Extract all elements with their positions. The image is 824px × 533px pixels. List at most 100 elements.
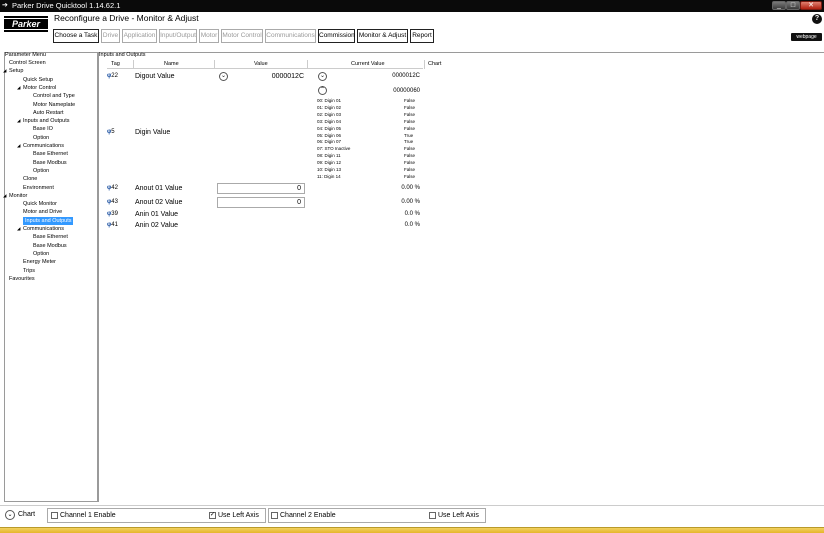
tree-item[interactable]: ◢ Setup xyxy=(3,67,23,75)
parameter-menu-caption: Parameter Menu xyxy=(5,52,46,58)
anout-02-value-input[interactable]: 0 xyxy=(217,197,305,208)
tree-item[interactable]: Control and Type xyxy=(33,92,75,100)
tree-item-label: Option xyxy=(33,167,50,174)
tree-item[interactable]: Base Modbus xyxy=(33,242,67,250)
webpage-button[interactable]: webpage xyxy=(791,33,822,41)
digin-bit-row: 11: Digin 14 False xyxy=(317,173,417,180)
channel-1-left-axis-checkbox[interactable]: ✓ xyxy=(209,512,216,519)
row-tag[interactable]: φ41 xyxy=(107,221,118,230)
tree-item[interactable]: Base Ethernet xyxy=(33,233,68,241)
tree-item[interactable]: ◢ Motor Control xyxy=(17,84,56,92)
bit-name: 11: Digin 14 xyxy=(317,173,341,179)
col-divider xyxy=(307,60,308,69)
bit-value: False xyxy=(404,173,416,179)
tree-item[interactable]: Quick Monitor xyxy=(23,200,57,208)
row-tag[interactable]: φ22 xyxy=(107,72,118,81)
expand-value-icon[interactable]: ⌄ xyxy=(219,72,228,81)
collapse-current-icon[interactable]: ⌃ xyxy=(318,86,327,95)
tree-item[interactable]: Base Ethernet xyxy=(33,150,68,158)
help-icon[interactable]: ? xyxy=(812,14,822,24)
tree-item[interactable]: Base Modbus xyxy=(33,159,67,167)
anout-01-value-input[interactable]: 0 xyxy=(217,183,305,194)
tree-item[interactable]: Motor and Drive xyxy=(23,208,62,216)
expand-current-icon[interactable]: ⌄ xyxy=(318,72,327,81)
tree-item[interactable]: Quick Setup xyxy=(23,76,53,84)
tree-item-label: Monitor xyxy=(9,192,28,199)
tree-item[interactable]: ◢ Communications xyxy=(17,142,64,150)
tree-item[interactable]: Auto Restart xyxy=(33,109,64,117)
tree-item-label: Option xyxy=(33,134,50,141)
tab-monitor-adjust[interactable]: Monitor & Adjust xyxy=(357,29,408,43)
tree-item-label: Option xyxy=(33,250,50,257)
col-current-header: Current Value xyxy=(351,61,385,67)
row-name: Anout 02 Value xyxy=(135,199,183,206)
row-tag[interactable]: φ5 xyxy=(107,128,115,137)
window-title: Parker Drive Quicktool 1.14.62.1 xyxy=(12,1,121,10)
tree-item-label: Motor Control xyxy=(23,84,57,91)
tab-motor-control[interactable]: Motor Control xyxy=(221,29,263,43)
tree-item-label: Environment xyxy=(23,184,54,191)
title-bar: ➔ Parker Drive Quicktool 1.14.62.1 _ □ ✕ xyxy=(0,0,824,12)
tree-item[interactable]: Inputs and Outputs xyxy=(23,216,74,225)
col-divider xyxy=(133,60,134,69)
tree-item[interactable]: ◢ Monitor xyxy=(3,192,27,200)
channel-2-enable-label: Channel 2 Enable xyxy=(280,512,336,519)
col-name-header: Name xyxy=(164,61,179,67)
tree-item[interactable]: Favourites xyxy=(9,275,35,283)
channel-2-left-axis-label: Use Left Axis xyxy=(438,512,479,519)
tree-item-label: Favourites xyxy=(9,275,35,282)
row-tag[interactable]: φ42 xyxy=(107,184,118,193)
digin-current-value: 00000060 xyxy=(393,88,420,94)
channel-1-enable-checkbox[interactable] xyxy=(51,512,58,519)
tree-item[interactable]: Motor Nameplate xyxy=(33,101,75,109)
col-chart-header: Chart xyxy=(428,61,442,67)
maximize-button[interactable]: □ xyxy=(786,1,800,10)
tree-item[interactable]: Environment xyxy=(23,184,54,192)
tree-item[interactable]: Option xyxy=(33,250,49,258)
anout-01-current-value: 0.00 % xyxy=(401,185,420,191)
tab-commission[interactable]: Commission xyxy=(318,29,355,43)
close-button[interactable]: ✕ xyxy=(800,1,822,10)
minimize-button[interactable]: _ xyxy=(772,1,786,10)
tab-input-output[interactable]: Input/Output xyxy=(159,29,197,43)
tree-item-label: Auto Restart xyxy=(33,109,64,116)
col-value-header: Value xyxy=(254,61,268,67)
col-divider xyxy=(424,60,425,69)
tab-drive[interactable]: Drive xyxy=(101,29,120,43)
tree-item[interactable]: ◢ Communications xyxy=(17,225,64,233)
row-name: Digout Value xyxy=(135,73,175,80)
tree-item[interactable]: Base IO xyxy=(33,125,53,133)
tree-item[interactable]: Trips xyxy=(23,267,35,275)
row-tag[interactable]: φ43 xyxy=(107,198,118,207)
tree-item-label: Setup xyxy=(9,68,24,75)
row-tag[interactable]: φ39 xyxy=(107,210,118,219)
chart-toggle-icon[interactable]: ⌄ xyxy=(5,510,15,520)
col-divider xyxy=(214,60,215,69)
tree-item[interactable]: Clone xyxy=(23,175,37,183)
tree-item[interactable]: ◢ Inputs and Outputs xyxy=(17,117,69,125)
channel-2-left-axis-checkbox[interactable] xyxy=(429,512,436,519)
anin-01-current-value: 0.0 % xyxy=(404,211,420,217)
tree-item-label: Base Ethernet xyxy=(33,151,68,158)
channel-2-enable-checkbox[interactable] xyxy=(271,512,278,519)
tree-item-label: Control Screen xyxy=(9,60,46,66)
row-name: Anout 01 Value xyxy=(135,185,183,192)
tree-item-label: Motor and Drive xyxy=(23,209,63,216)
parker-logo: Parker xyxy=(4,16,48,32)
app-icon: ➔ xyxy=(2,2,8,9)
tree-item[interactable]: Energy Meter xyxy=(23,258,56,266)
tab-motor[interactable]: Motor xyxy=(199,29,219,43)
tree-item[interactable]: Control Screen xyxy=(9,59,46,67)
tree-item-label: Energy Meter xyxy=(23,259,57,266)
tab-choose-a-task[interactable]: Choose a Task xyxy=(53,29,99,43)
tab-communications[interactable]: Communications xyxy=(265,29,316,43)
tree-item-label: Inputs and Outputs xyxy=(25,217,72,224)
tab-application[interactable]: Application xyxy=(122,29,157,43)
chart-label: Chart xyxy=(18,511,36,518)
digout-value[interactable]: 0000012C xyxy=(240,72,304,81)
tree-item[interactable]: Option xyxy=(33,167,49,175)
tree-item-label: Clone xyxy=(23,176,38,183)
tree-item-label: Control and Type xyxy=(33,93,75,100)
tab-report[interactable]: Report xyxy=(410,29,434,43)
tree-item[interactable]: Option xyxy=(33,134,49,142)
